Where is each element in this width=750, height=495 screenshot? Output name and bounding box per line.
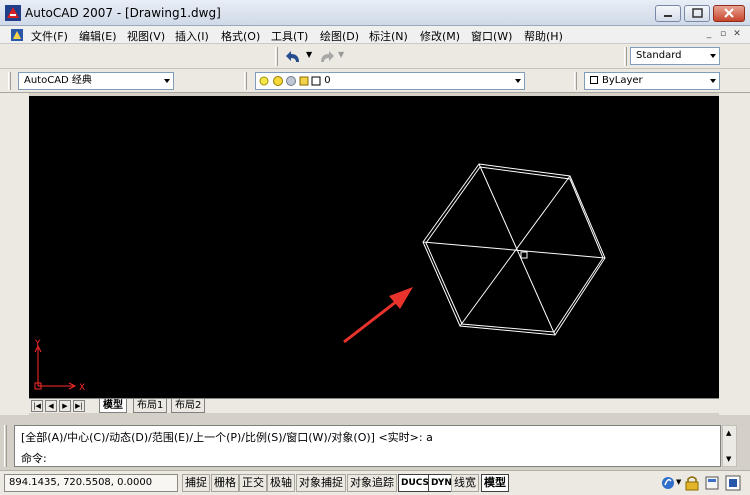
menu-view[interactable]: 视图(V) — [127, 28, 165, 44]
grid-toggle[interactable]: 栅格 — [211, 474, 239, 492]
close-button[interactable] — [713, 5, 745, 22]
model-toggle[interactable]: 模型 — [481, 474, 509, 492]
menu-insert[interactable]: 插入(I) — [175, 28, 209, 44]
chevron-down-icon — [710, 79, 716, 83]
menu-edit[interactable]: 编辑(E) — [79, 28, 117, 44]
prev-tab-icon[interactable]: ◀ — [45, 400, 57, 412]
menu-bar: 文件(F) 编辑(E) 视图(V) 插入(I) 格式(O) 工具(T) 绘图(D… — [0, 26, 750, 44]
minimize-button[interactable] — [655, 5, 681, 22]
tab-layout1[interactable]: 布局1 — [133, 399, 168, 413]
minimize-icon — [664, 15, 672, 17]
last-tab-icon[interactable]: ▶| — [73, 400, 85, 412]
command-window[interactable]: [全部(A)/中心(C)/动态(D)/范围(E)/上一个(P)/比例(S)/窗口… — [14, 425, 721, 467]
ucs-y-label: Y — [34, 339, 41, 349]
snap-toggle[interactable]: 捕捉 — [182, 474, 210, 492]
scroll-down-icon[interactable]: ▼ — [726, 455, 731, 463]
chevron-down-icon — [515, 79, 521, 83]
standard-toolbar: ▼ ▼ Standard — [0, 44, 750, 69]
layer-state-icons — [259, 76, 321, 86]
ducs-toggle[interactable]: DUCS — [398, 474, 433, 492]
toolbar-grip[interactable] — [244, 72, 247, 90]
drawing-svg: Y X — [34, 163, 606, 393]
toolbar-grip[interactable] — [8, 72, 11, 90]
close-icon — [724, 8, 734, 18]
menu-dimension[interactable]: 标注(N) — [369, 28, 408, 44]
toolbar-grip[interactable] — [574, 72, 577, 90]
menu-window[interactable]: 窗口(W) — [471, 28, 512, 44]
undo-icon[interactable] — [284, 48, 304, 66]
doc-minimize-icon[interactable]: _ — [702, 28, 716, 41]
color-value: ByLayer — [602, 75, 643, 86]
status-bar: 894.1435, 720.5508, 0.0000 捕捉 栅格 正交 极轴 对… — [0, 470, 750, 495]
window-title: AutoCAD 2007 - [Drawing1.dwg] — [25, 6, 221, 20]
chevron-down-icon — [710, 54, 716, 58]
layers-toolbar: AutoCAD 经典 0 ByLayer — [0, 69, 750, 93]
osnap-toggle[interactable]: 对象捕捉 — [296, 474, 346, 492]
menu-modify[interactable]: 修改(M) — [420, 28, 460, 44]
toolbar-lock-icon[interactable] — [684, 474, 700, 492]
next-tab-icon[interactable]: ▶ — [59, 400, 71, 412]
menu-tools[interactable]: 工具(T) — [271, 28, 308, 44]
color-combo[interactable]: ByLayer — [584, 72, 720, 90]
restore-button[interactable] — [684, 5, 710, 22]
layout-tab-bar: |◀ ◀ ▶ ▶| 模型 布局1 布局2 — [29, 398, 719, 413]
communication-center-icon[interactable] — [661, 475, 675, 491]
redo-dropdown-icon[interactable]: ▼ — [338, 50, 344, 59]
toolbar-grip[interactable] — [275, 47, 278, 66]
layer-value: 0 — [324, 75, 331, 86]
menu-help[interactable]: 帮助(H) — [524, 28, 563, 44]
scroll-up-icon[interactable]: ▲ — [726, 429, 731, 437]
menu-format[interactable]: 格式(O) — [221, 28, 260, 44]
ortho-toggle[interactable]: 正交 — [239, 474, 267, 492]
doc-restore-icon[interactable]: ▫ — [716, 28, 730, 41]
text-style-value: Standard — [636, 50, 682, 61]
tray-settings-icon[interactable] — [705, 475, 719, 491]
chevron-down-icon — [164, 79, 170, 83]
diagonal-line-3 — [422, 241, 606, 259]
first-tab-icon[interactable]: |◀ — [31, 400, 43, 412]
left-dock-area — [0, 93, 29, 415]
cursor-pickbox — [520, 251, 528, 259]
hexagon-drawing[interactable] — [422, 163, 606, 336]
autocad-app-icon[interactable] — [5, 5, 21, 21]
title-bar: AutoCAD 2007 - [Drawing1.dwg] — [0, 0, 750, 26]
document-icon — [11, 29, 23, 41]
toolbar-grip[interactable] — [624, 47, 627, 66]
restore-icon — [692, 8, 703, 18]
coordinate-readout[interactable]: 894.1435, 720.5508, 0.0000 — [4, 474, 178, 492]
workspace-combo[interactable]: AutoCAD 经典 — [18, 72, 174, 90]
undo-dropdown-icon[interactable]: ▼ — [306, 50, 312, 59]
command-history-line: [全部(A)/中心(C)/动态(D)/范围(E)/上一个(P)/比例(S)/窗口… — [21, 431, 433, 444]
command-prompt[interactable]: 命令: — [21, 450, 47, 466]
clean-screen-icon[interactable] — [725, 475, 741, 491]
otrack-toggle[interactable]: 对象追踪 — [347, 474, 397, 492]
lineweight-toggle[interactable]: 线宽 — [451, 474, 479, 492]
right-dock-area — [719, 93, 750, 415]
ucs-x-label: X — [79, 383, 85, 393]
tab-model[interactable]: 模型 — [99, 399, 127, 413]
diagonal-line-2 — [459, 175, 571, 327]
command-scrollbar[interactable]: ▲ ▼ — [722, 425, 737, 467]
chevron-down-icon[interactable]: ▼ — [676, 478, 681, 486]
command-window-grip[interactable] — [4, 425, 7, 467]
text-style-combo[interactable]: Standard — [630, 47, 720, 65]
polar-toggle[interactable]: 极轴 — [267, 474, 295, 492]
workspace-value: AutoCAD 经典 — [24, 75, 92, 86]
ucs-icon — [34, 344, 77, 390]
layer-combo[interactable]: 0 — [255, 72, 525, 90]
color-swatch — [590, 76, 598, 84]
menu-draw[interactable]: 绘图(D) — [320, 28, 359, 44]
diagonal-line-1 — [478, 163, 556, 336]
drawing-canvas[interactable]: Y X — [29, 96, 719, 398]
menu-file[interactable]: 文件(F) — [31, 28, 68, 44]
redo-icon[interactable] — [316, 48, 336, 66]
tab-layout2[interactable]: 布局2 — [171, 399, 206, 413]
doc-close-icon[interactable]: ✕ — [730, 28, 744, 41]
annotation-arrow — [343, 287, 413, 344]
